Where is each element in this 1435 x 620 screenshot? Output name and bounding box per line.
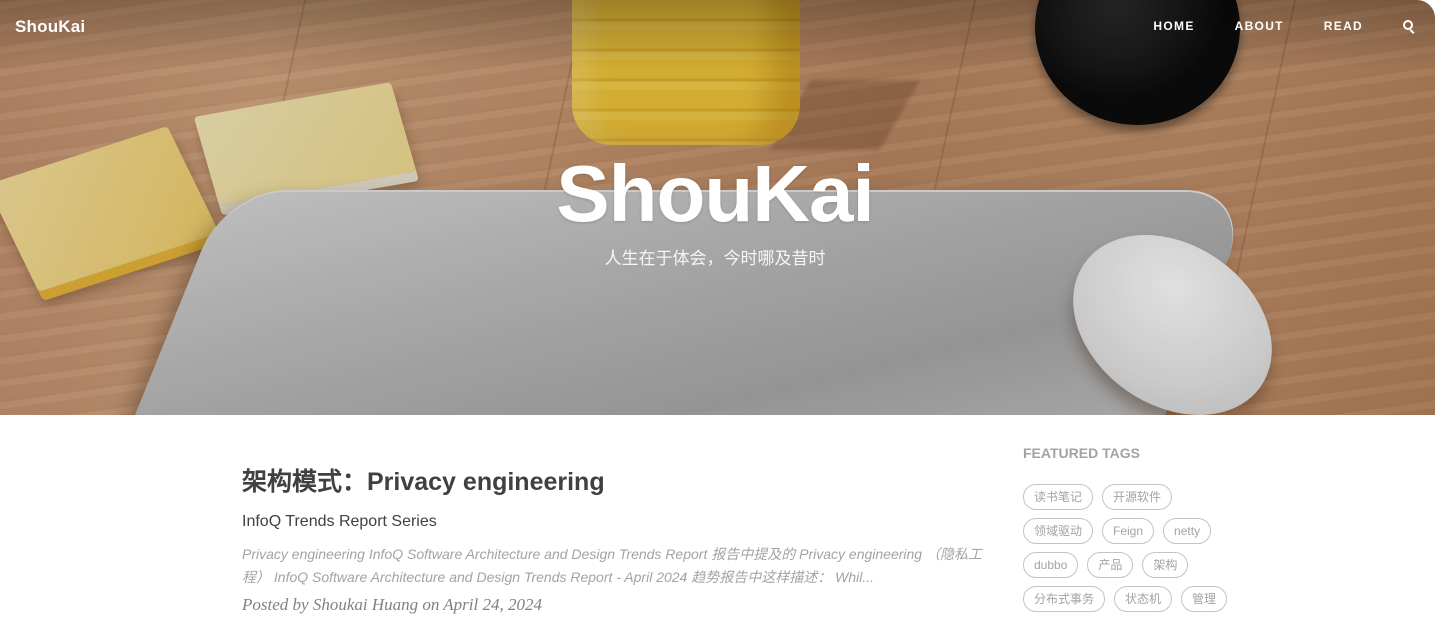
post-preview[interactable]: 架构模式：Privacy engineering InfoQ Trends Re…: [242, 462, 997, 616]
search-icon[interactable]: [1403, 20, 1415, 34]
nav-home[interactable]: HOME: [1153, 19, 1194, 33]
main-nav: HOME ABOUT READ: [1113, 19, 1415, 34]
tag-reading-notes[interactable]: 读书笔记: [1023, 484, 1094, 510]
post-title[interactable]: 架构模式：Privacy engineering: [242, 462, 997, 502]
post-excerpt[interactable]: Privacy engineering InfoQ Software Archi…: [242, 543, 997, 589]
tag-open-source[interactable]: 开源软件: [1102, 484, 1173, 510]
site-heading: ShouKai 人生在于体会，今时哪及昔时: [0, 148, 1430, 269]
featured-tags-section: FEATURED TAGS 读书笔记 开源软件 领域驱动 Feign netty…: [1023, 443, 1243, 620]
tag-product[interactable]: 产品: [1087, 552, 1134, 578]
post-subtitle[interactable]: InfoQ Trends Report Series: [242, 511, 997, 533]
tag-ddd[interactable]: 领域驱动: [1023, 518, 1094, 544]
tag-state-machine[interactable]: 状态机: [1114, 586, 1173, 612]
nav-read[interactable]: READ: [1324, 19, 1363, 33]
tag-management[interactable]: 管理: [1181, 586, 1228, 612]
site-subtitle: 人生在于体会，今时哪及昔时: [604, 249, 826, 268]
nav-about[interactable]: ABOUT: [1235, 19, 1284, 33]
featured-tags-title: FEATURED TAGS: [1023, 445, 1140, 461]
tag-architecture[interactable]: 架构: [1142, 552, 1189, 578]
tag-netty[interactable]: netty: [1163, 518, 1212, 544]
tag-feign[interactable]: Feign: [1102, 518, 1155, 544]
tag-cloud: 读书笔记 开源软件 领域驱动 Feign netty dubbo 产品 架构 分…: [1023, 484, 1243, 620]
brand-link[interactable]: ShouKai: [15, 17, 85, 37]
site-title: ShouKai: [556, 149, 874, 238]
post-meta: Posted by Shoukai Huang on April 24, 202…: [242, 595, 542, 614]
tag-dubbo[interactable]: dubbo: [1023, 552, 1079, 578]
hero-banner: ShouKai 人生在于体会，今时哪及昔时: [0, 0, 1435, 415]
tag-distributed-transaction[interactable]: 分布式事务: [1023, 586, 1106, 612]
navbar-fade: [0, 0, 1435, 70]
